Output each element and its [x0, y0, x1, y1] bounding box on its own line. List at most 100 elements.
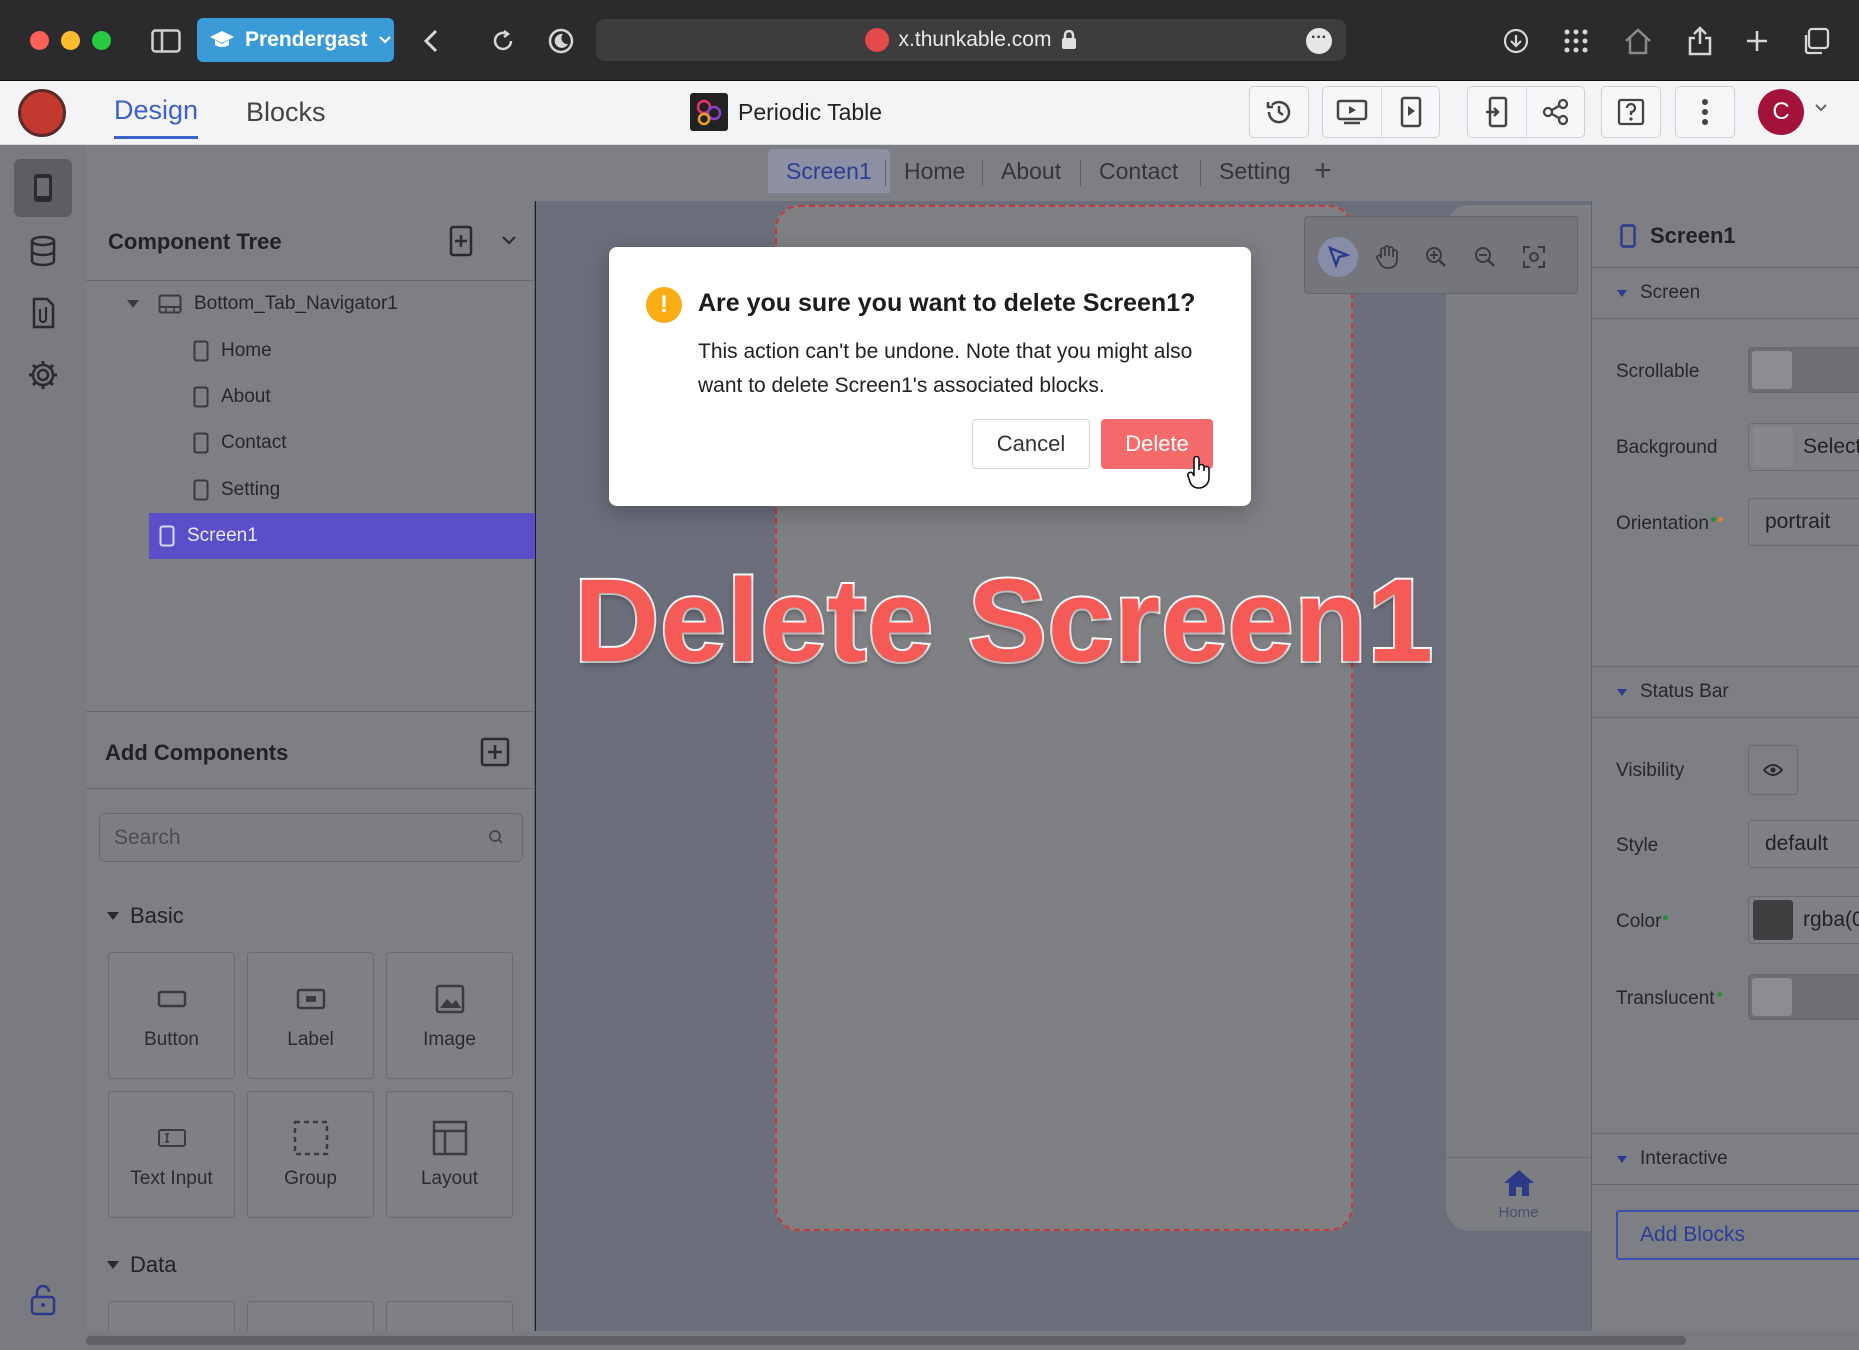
sidebar-toggle-icon[interactable] — [147, 22, 185, 60]
scrollable-toggle[interactable] — [1748, 347, 1859, 393]
search-input[interactable] — [114, 823, 474, 853]
cancel-button[interactable]: Cancel — [972, 419, 1090, 469]
pan-hand-icon[interactable] — [1367, 237, 1407, 277]
tree-node-label: Setting — [221, 479, 281, 500]
basic-section-toggle[interactable]: Basic — [106, 903, 184, 929]
download-app-icon[interactable] — [1468, 87, 1526, 137]
component-image-tile[interactable]: Image — [386, 952, 513, 1079]
reload-icon[interactable] — [484, 22, 522, 60]
user-avatar[interactable]: C — [1758, 89, 1804, 135]
section-label-screen: Screen — [1640, 282, 1701, 303]
style-value: default — [1765, 832, 1829, 855]
tree-node-navigator[interactable]: Bottom_Tab_Navigator1 — [126, 284, 398, 324]
left-panel: Component Tree Bottom_Tab_Navigator1 Hom… — [86, 201, 535, 1350]
tree-node-screen1[interactable]: Screen1 — [149, 513, 535, 559]
scrollbar-thumb[interactable] — [86, 1336, 1686, 1345]
phone-screen-icon — [193, 340, 209, 362]
tab-contact[interactable]: Contact — [1081, 149, 1196, 193]
translucent-toggle[interactable] — [1748, 974, 1859, 1020]
thunkable-logo[interactable] — [18, 89, 66, 137]
tab-about[interactable]: About — [983, 149, 1079, 193]
add-screen-icon[interactable] — [449, 225, 473, 257]
button-component-icon — [157, 990, 186, 1008]
kebab-menu-icon[interactable] — [1676, 87, 1734, 137]
tree-node-label: Contact — [221, 432, 287, 453]
share-icon[interactable] — [1681, 22, 1719, 60]
fit-to-screen-icon[interactable] — [1514, 237, 1554, 277]
component-layout-tile[interactable]: Layout — [386, 1091, 513, 1218]
apps-grid-icon[interactable] — [1557, 22, 1595, 60]
rail-lock-icon[interactable] — [14, 1271, 72, 1329]
tab-design[interactable]: Design — [114, 95, 199, 139]
orientation-select[interactable]: portrait — [1748, 498, 1859, 546]
window-zoom-button[interactable] — [92, 31, 111, 50]
history-button-group — [1249, 86, 1309, 138]
component-label-tile[interactable]: Label — [247, 952, 374, 1079]
browser-profile-button[interactable]: Prendergast — [197, 18, 394, 62]
window-minimize-button[interactable] — [61, 31, 80, 50]
tree-node-label: Home — [221, 340, 272, 361]
component-button-tile[interactable]: Button — [108, 952, 235, 1079]
caret-down-icon — [107, 912, 119, 920]
tab-overview-icon[interactable] — [1797, 22, 1835, 60]
tree-node-about[interactable]: About — [193, 377, 271, 417]
downloads-icon[interactable] — [1497, 22, 1535, 60]
back-icon[interactable] — [412, 22, 450, 60]
background-picker[interactable]: Select — [1748, 423, 1859, 471]
tree-node-setting[interactable]: Setting — [193, 470, 280, 510]
lock-icon — [1062, 30, 1077, 49]
data-section-toggle[interactable]: Data — [106, 1252, 176, 1278]
more-options-icon[interactable]: ··· — [1306, 28, 1332, 54]
tab-screen1[interactable]: Screen1 — [768, 149, 890, 193]
night-mode-icon[interactable] — [542, 22, 580, 60]
component-label: Image — [423, 1029, 476, 1050]
project-title: Periodic Table — [690, 93, 882, 131]
component-text-input-tile[interactable]: Text Input — [108, 1091, 235, 1218]
help-icon[interactable] — [1602, 87, 1660, 137]
window-close-button[interactable] — [30, 31, 49, 50]
zoom-out-icon[interactable] — [1465, 237, 1505, 277]
tree-node-home[interactable]: Home — [193, 331, 272, 371]
section-status-bar-toggle[interactable]: Status Bar — [1592, 666, 1859, 718]
new-tab-icon[interactable] — [1738, 22, 1776, 60]
rail-settings-gear-icon[interactable] — [14, 346, 72, 404]
style-select[interactable]: default — [1748, 820, 1859, 868]
component-search[interactable] — [99, 813, 523, 862]
add-square-icon[interactable] — [480, 737, 510, 767]
prop-label-style: Style — [1616, 835, 1659, 856]
section-screen-toggle[interactable]: Screen — [1592, 267, 1859, 319]
device-preview-icon[interactable] — [1381, 87, 1439, 137]
tab-home[interactable]: Home — [886, 149, 983, 193]
add-blocks-button[interactable]: Add Blocks — [1616, 1210, 1859, 1260]
share-project-icon[interactable] — [1526, 87, 1584, 137]
graduation-cap-icon — [210, 31, 234, 47]
address-bar[interactable]: x.thunkable.com ··· — [596, 19, 1346, 61]
prop-label-background: Background — [1616, 437, 1718, 458]
component-group-tile[interactable]: Group — [247, 1091, 374, 1218]
rail-data-icon[interactable] — [14, 222, 72, 280]
tab-setting[interactable]: Setting — [1201, 149, 1309, 193]
tab-blocks[interactable]: Blocks — [246, 97, 326, 128]
section-interactive-toggle[interactable]: Interactive — [1592, 1133, 1859, 1185]
app-header: Design Blocks Periodic Table C — [0, 81, 1859, 145]
home-icon[interactable] — [1619, 22, 1657, 60]
chevron-down-icon[interactable] — [1814, 103, 1828, 113]
status-dot — [1663, 914, 1669, 920]
label-component-icon — [296, 988, 325, 1010]
rail-screens-icon[interactable] — [14, 159, 72, 217]
chevron-down-icon[interactable] — [501, 235, 517, 245]
visibility-toggle[interactable] — [1748, 745, 1798, 795]
color-picker[interactable]: rgba(0 — [1748, 896, 1859, 944]
rail-assets-icon[interactable] — [14, 284, 72, 342]
version-history-icon[interactable] — [1250, 87, 1308, 137]
horizontal-scrollbar[interactable] — [86, 1331, 1859, 1350]
zoom-in-icon[interactable] — [1416, 237, 1456, 277]
phone-preview-secondary[interactable]: Home — [1446, 205, 1591, 1231]
select-pointer-icon[interactable] — [1318, 237, 1358, 277]
color-label-text: Color — [1616, 911, 1662, 932]
add-screen-button[interactable]: + — [1314, 154, 1332, 188]
section-label-interactive: Interactive — [1640, 1148, 1728, 1169]
web-preview-icon[interactable] — [1323, 87, 1381, 137]
tree-node-contact[interactable]: Contact — [193, 423, 286, 463]
chevron-down-icon — [378, 36, 391, 44]
